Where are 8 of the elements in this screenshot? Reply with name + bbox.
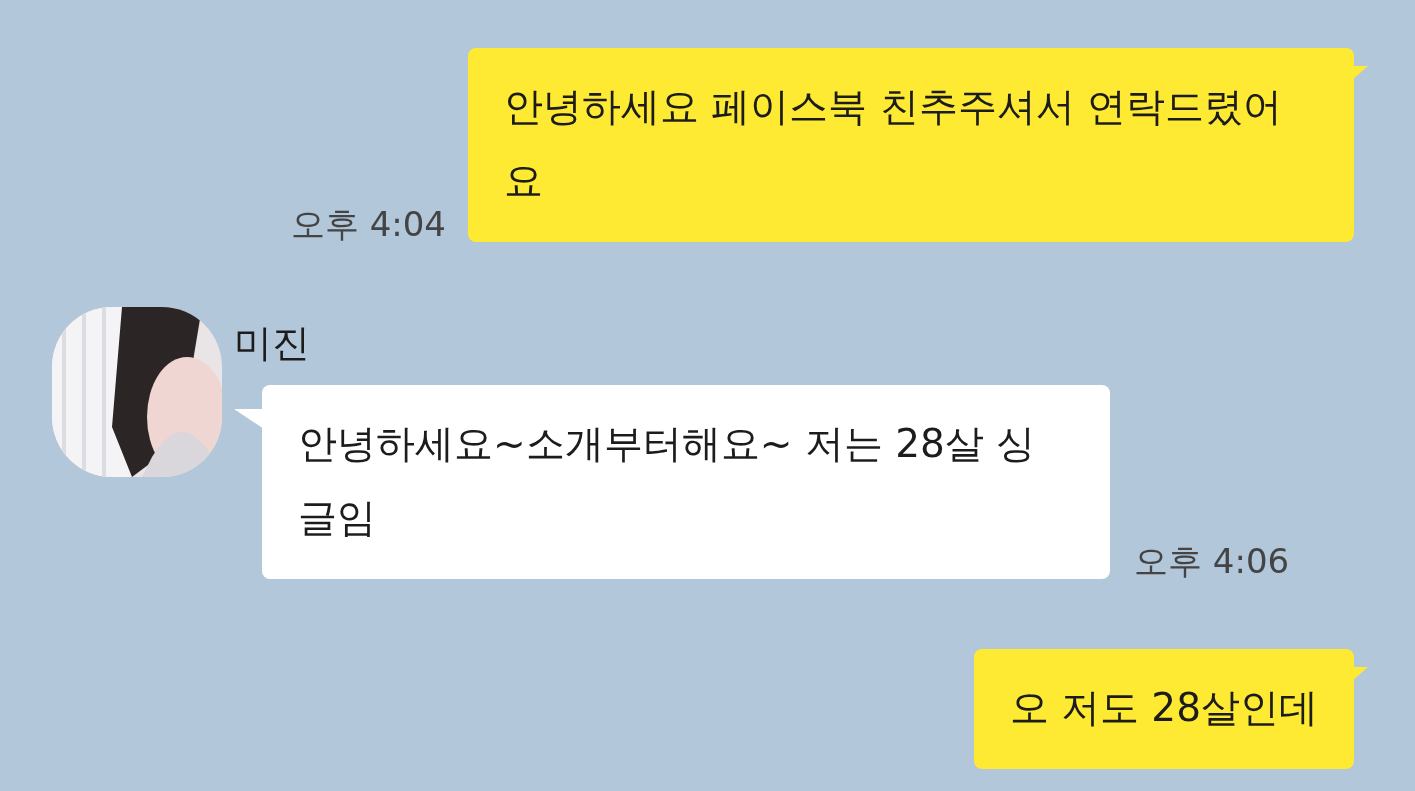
message-time: 오후 4:04 [290, 203, 446, 246]
sender-name: 미진 [234, 320, 311, 367]
bubble-tail [1352, 66, 1368, 80]
bubble-tail [1352, 667, 1368, 681]
sent-message-bubble: 안녕하세요 페이스북 친추주셔서 연락드렸어요 [468, 48, 1354, 242]
received-message-bubble: 안녕하세요~소개부터해요~ 저는 28살 싱글임 [262, 385, 1110, 579]
sent-message-bubble: 오 저도 28살인데 [973, 649, 1354, 769]
message-time: 오후 4:06 [1134, 540, 1290, 583]
